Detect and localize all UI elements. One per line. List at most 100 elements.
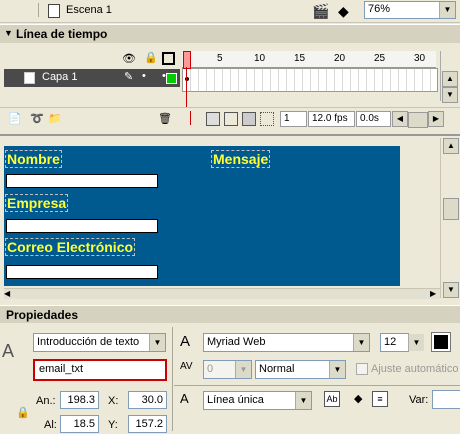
scene-icon bbox=[48, 4, 60, 18]
scroll-up-icon[interactable]: ▲ bbox=[443, 138, 459, 154]
ruler-label: 10 bbox=[254, 53, 266, 64]
instance-name-value: email_txt bbox=[39, 363, 84, 375]
timeline-area: 👁 🔒 1 5 10 15 20 25 30 Capa 1 ✎ • • ▲ ▼ … bbox=[0, 43, 460, 133]
onion-outline-icon[interactable] bbox=[224, 112, 238, 126]
modify-markers-icon[interactable] bbox=[260, 112, 274, 126]
ruler-label: 25 bbox=[374, 53, 386, 64]
add-guide-icon[interactable]: ➰ bbox=[30, 112, 44, 125]
properties-title: Propiedades bbox=[6, 308, 79, 322]
character-position-value: Normal bbox=[259, 363, 295, 375]
edit-symbols-icon[interactable]: ◆ bbox=[338, 3, 349, 20]
x-field[interactable]: 30.0 bbox=[128, 391, 167, 409]
height-field[interactable]: 18.5 bbox=[60, 415, 99, 433]
chevron-down-icon[interactable]: ▼ bbox=[329, 361, 345, 378]
scroll-left-icon[interactable]: ◀ bbox=[4, 289, 10, 298]
font-size-select[interactable]: 12 ▼ bbox=[380, 333, 424, 352]
timeline-vscroll[interactable]: ▲ ▼ bbox=[440, 51, 458, 103]
scene-bar: Escena 1 🎬 ◆ 76% ▼ bbox=[0, 0, 460, 23]
timeline-hscroll-thumb[interactable] bbox=[408, 112, 428, 128]
scene-name[interactable]: Escena 1 bbox=[66, 4, 112, 16]
font-family-value: Myriad Web bbox=[207, 336, 266, 348]
scroll-right-icon[interactable]: ▶ bbox=[430, 289, 436, 298]
chevron-down-icon[interactable]: ▼ bbox=[149, 334, 165, 351]
width-field[interactable]: 198.3 bbox=[60, 391, 99, 409]
timeline-controls: 📄 ➰ 📁 🗑 1 12.0 fps 0.0s ◀ ▶ bbox=[0, 107, 460, 130]
height-label: Al: bbox=[44, 419, 57, 431]
current-frame: 1 bbox=[280, 111, 307, 127]
scroll-down-icon[interactable]: ▼ bbox=[443, 282, 459, 298]
frame-grid[interactable] bbox=[182, 68, 438, 92]
tracking-field[interactable]: 0 ▼ bbox=[203, 360, 252, 379]
border-icon[interactable]: ≡ bbox=[372, 391, 388, 407]
correo-input[interactable] bbox=[6, 265, 158, 279]
nombre-input[interactable] bbox=[6, 174, 158, 188]
x-label: X: bbox=[108, 395, 119, 407]
divider bbox=[174, 385, 460, 386]
layer-icon bbox=[24, 72, 35, 84]
instance-name-field[interactable]: email_txt bbox=[33, 359, 167, 381]
scroll-down-icon[interactable]: ▼ bbox=[442, 87, 458, 103]
stage-hscroll[interactable]: ◀ ▶ bbox=[4, 288, 440, 299]
eye-icon[interactable]: 👁 bbox=[122, 52, 136, 65]
center-frame-icon[interactable] bbox=[190, 111, 191, 125]
stage-vscroll[interactable]: ▲ ▼ bbox=[440, 138, 459, 298]
scroll-right-icon[interactable]: ▶ bbox=[428, 111, 444, 127]
edit-multiple-icon[interactable] bbox=[242, 112, 256, 126]
render-html-icon[interactable]: ◆ bbox=[354, 392, 362, 405]
timeline-panel-header[interactable]: ▼ Línea de tiempo bbox=[0, 24, 460, 44]
empresa-input[interactable] bbox=[6, 219, 158, 233]
add-layer-icon[interactable]: 📄 bbox=[8, 112, 22, 125]
width-label: An.: bbox=[36, 395, 56, 407]
stage-label-empresa[interactable]: Empresa bbox=[5, 194, 69, 212]
visibility-dot-icon[interactable]: • bbox=[142, 70, 146, 82]
frame-ruler[interactable]: 1 5 10 15 20 25 30 bbox=[182, 51, 436, 68]
line-type-icon: A bbox=[180, 391, 189, 406]
auto-kern-checkbox[interactable] bbox=[356, 363, 368, 375]
stage-label-mensaje[interactable]: Mensaje bbox=[211, 150, 271, 168]
scroll-up-icon[interactable]: ▲ bbox=[442, 71, 458, 87]
layer-row[interactable]: Capa 1 ✎ • • bbox=[4, 69, 180, 87]
ruler-label: 20 bbox=[334, 53, 346, 64]
scroll-left-icon[interactable]: ◀ bbox=[392, 111, 408, 127]
stage[interactable]: Nombre Mensaje Empresa Correo Electrónic… bbox=[4, 146, 400, 286]
pencil-icon: ✎ bbox=[124, 71, 134, 83]
tracking-icon: AV bbox=[180, 361, 193, 372]
chevron-down-icon[interactable]: ▼ bbox=[295, 392, 311, 409]
character-position-select[interactable]: Normal ▼ bbox=[255, 360, 346, 379]
lock-icon[interactable]: 🔒 bbox=[144, 51, 158, 64]
layer-name: Capa 1 bbox=[42, 71, 78, 83]
collapse-arrow-icon[interactable]: ▼ bbox=[4, 28, 13, 38]
y-field[interactable]: 157.2 bbox=[128, 415, 167, 433]
stage-vscroll-thumb[interactable] bbox=[443, 198, 459, 220]
edit-scene-icon[interactable]: 🎬 bbox=[312, 3, 329, 20]
timeline-title: Línea de tiempo bbox=[16, 27, 108, 41]
add-folder-icon[interactable]: 📁 bbox=[48, 112, 62, 125]
properties-panel-header[interactable]: Propiedades bbox=[0, 305, 460, 324]
font-family-select[interactable]: Myriad Web ▼ bbox=[203, 333, 370, 352]
text-type-select[interactable]: Introducción de texto ▼ bbox=[33, 333, 166, 352]
onion-skin-icon[interactable] bbox=[206, 112, 220, 126]
outline-color-icon[interactable] bbox=[166, 73, 177, 84]
chevron-down-icon[interactable]: ▼ bbox=[408, 334, 424, 351]
zoom-select[interactable]: 76% ▼ bbox=[364, 1, 456, 19]
trash-icon[interactable]: 🗑 bbox=[158, 112, 172, 125]
font-icon: A bbox=[180, 333, 191, 350]
ruler-label: 5 bbox=[217, 53, 223, 64]
chevron-down-icon[interactable]: ▼ bbox=[235, 361, 251, 378]
line-type-select[interactable]: Línea única ▼ bbox=[203, 391, 312, 410]
text-type-value: Introducción de texto bbox=[37, 336, 140, 348]
playhead[interactable] bbox=[183, 51, 191, 69]
stage-label-nombre[interactable]: Nombre bbox=[5, 150, 62, 168]
auto-kern-label: Ajuste automático bbox=[371, 363, 459, 375]
chevron-down-icon[interactable]: ▼ bbox=[439, 2, 455, 18]
font-size-value: 12 bbox=[384, 336, 397, 348]
lock-icon[interactable]: 🔒 bbox=[16, 406, 30, 419]
chevron-down-icon[interactable]: ▼ bbox=[353, 334, 369, 351]
y-label: Y: bbox=[108, 419, 118, 431]
var-field[interactable] bbox=[432, 390, 460, 409]
text-color-swatch[interactable] bbox=[431, 332, 451, 352]
outline-icon[interactable] bbox=[162, 52, 175, 65]
selectable-icon[interactable]: Ab bbox=[324, 391, 340, 407]
stage-label-correo[interactable]: Correo Electrónico bbox=[5, 238, 136, 256]
frame-rate[interactable]: 12.0 fps bbox=[308, 111, 355, 127]
